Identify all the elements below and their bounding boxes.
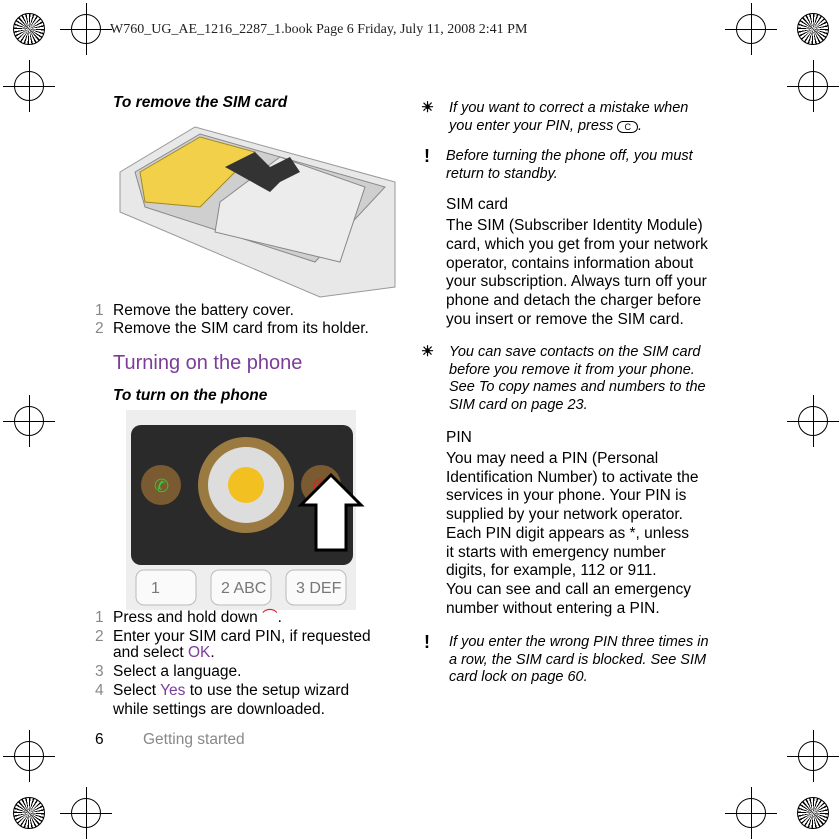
svg-text:✆: ✆ (154, 476, 169, 496)
registration-mark (60, 3, 112, 55)
sim-removal-illustration (119, 126, 396, 298)
registration-mark (787, 730, 839, 782)
list-item: 3 Select a language. (95, 663, 242, 680)
tip-note: ☀ You can save contacts on the SIM card b… (421, 344, 706, 413)
list-item: 4 Select Yes to use the setup wizard (95, 682, 350, 699)
list-item-cont: and select OK. (113, 644, 215, 661)
key-1: 1 (151, 580, 160, 597)
lightbulb-icon: ☀ (421, 344, 434, 360)
registration-mark (787, 60, 839, 112)
pin-body: You may need a PIN (Personal Identificati… (446, 450, 699, 617)
sim-body: The SIM (Subscriber Identity Module) card… (446, 217, 708, 328)
exclamation-icon: ! (424, 146, 430, 166)
lightbulb-icon: ☀ (421, 100, 434, 116)
key-2: 2 ABC (221, 580, 266, 597)
list-item: 1 Press and hold down ⌒. (95, 609, 282, 626)
list-item: 1 Remove the battery cover. (95, 302, 294, 319)
list-item: 2 Remove the SIM card from its holder. (95, 320, 369, 337)
registration-mark (60, 787, 112, 839)
tip-note: ☀ If you want to correct a mistake when … (421, 100, 689, 134)
remove-sim-title: To remove the SIM card (113, 94, 288, 111)
registration-mark (3, 730, 55, 782)
phone-keypad-illustration: ✆ ✆ 1 2 ABC 3 DEF (126, 410, 365, 610)
key-3: 3 DEF (296, 580, 342, 597)
warning-note: ! Before turning the phone off, you must… (424, 146, 693, 182)
color-target (13, 13, 45, 45)
print-header: W760_UG_AE_1216_2287_1.book Page 6 Frida… (110, 22, 528, 37)
sim-heading: SIM card (446, 196, 509, 213)
color-target (797, 797, 829, 829)
page-number: 6 (95, 731, 104, 748)
section-footer: Getting started (143, 731, 245, 748)
color-target (797, 13, 829, 45)
c-key-icon: C (617, 121, 638, 133)
registration-mark (3, 395, 55, 447)
registration-mark (787, 395, 839, 447)
turn-on-title: To turn on the phone (113, 387, 268, 404)
pin-heading: PIN (446, 429, 472, 446)
registration-mark (3, 60, 55, 112)
list-item-cont: while settings are downloaded. (113, 701, 325, 718)
exclamation-icon: ! (424, 632, 430, 652)
registration-mark (725, 3, 777, 55)
section-title: Turning on the phone (113, 352, 303, 374)
end-key-icon: ⌒ (262, 609, 278, 626)
color-target (13, 797, 45, 829)
warning-note: ! If you enter the wrong PIN three times… (424, 632, 709, 685)
registration-mark (725, 787, 777, 839)
